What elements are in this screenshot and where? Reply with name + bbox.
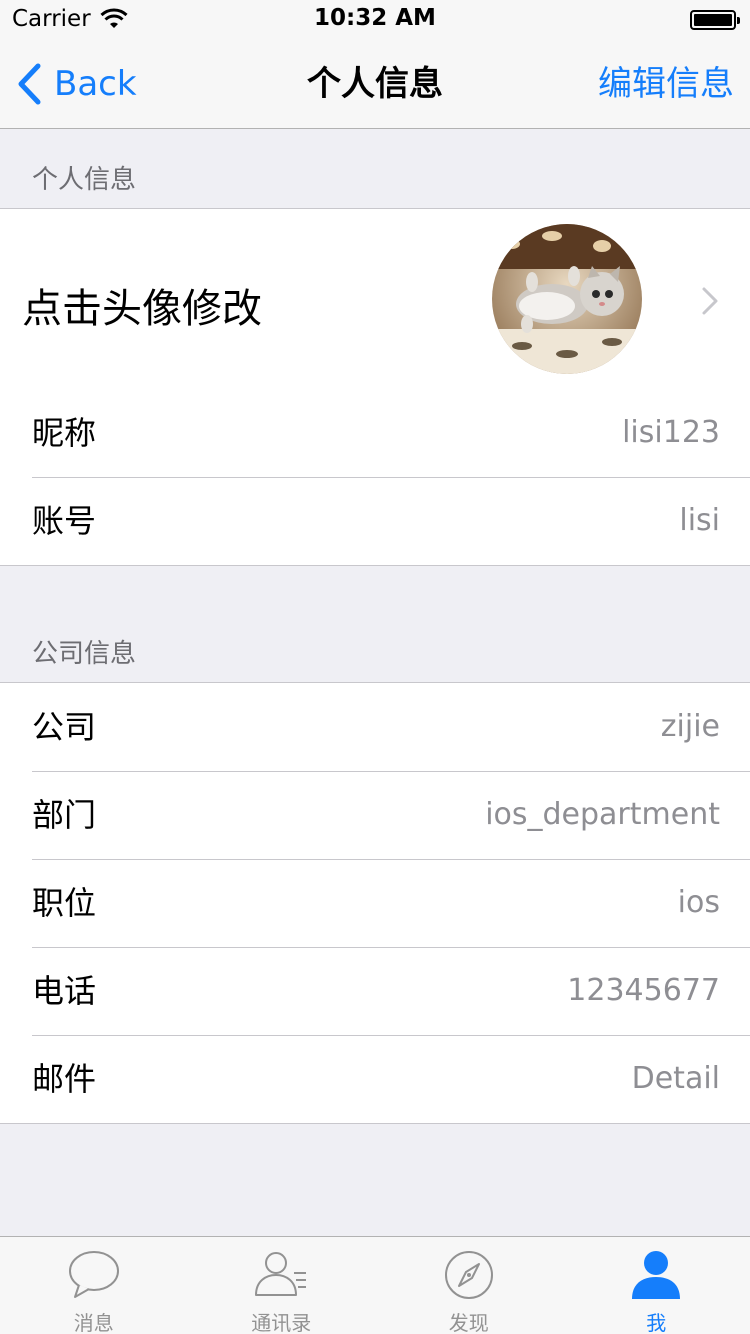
status-bar: Carrier 10:32 AM [0, 0, 750, 40]
nickname-value: lisi123 [622, 415, 720, 450]
account-label: 账号 [32, 502, 97, 540]
tab-me[interactable]: 我 [563, 1237, 750, 1334]
company-info-group: 公司 zijie 部门 ios_department 职位 ios 电话 123… [0, 682, 750, 1124]
battery-icon [690, 10, 740, 30]
email-value: Detail [631, 1061, 720, 1096]
section-header-label: 个人信息 [32, 165, 137, 195]
phone-value: 12345677 [567, 973, 720, 1008]
kitten-photo [492, 224, 642, 374]
department-value: ios_department [485, 797, 720, 832]
position-label: 职位 [32, 884, 97, 922]
company-label: 公司 [32, 708, 97, 746]
account-value: lisi [679, 503, 720, 538]
tab-label: 通讯录 [251, 1311, 312, 1334]
email-row[interactable]: 邮件 Detail [0, 1035, 750, 1123]
section-header-label: 公司信息 [32, 639, 137, 669]
chevron-left-icon [18, 63, 41, 105]
tab-label: 我 [646, 1311, 667, 1334]
nickname-label: 昵称 [32, 414, 97, 452]
avatar-row-label: 点击头像修改 [22, 286, 262, 332]
tab-label: 发现 [448, 1311, 489, 1334]
navigation-bar: Back 个人信息 编辑信息 [0, 40, 750, 128]
person-icon [632, 1251, 681, 1299]
contacts-icon [255, 1252, 307, 1296]
screen: Carrier 10:32 AM Back 个人信息 编辑信息 个人信息 点击头… [0, 0, 750, 1334]
department-row[interactable]: 部门 ios_department [0, 771, 750, 859]
top-bar: Carrier 10:32 AM Back 个人信息 编辑信息 [0, 0, 750, 129]
tab-bar: 消息 通讯录 发现 我 [0, 1236, 750, 1334]
section-header-company: 公司信息 [0, 603, 750, 683]
chevron-right-icon [702, 287, 718, 315]
back-label: Back [54, 64, 137, 104]
section-header-personal: 个人信息 [0, 129, 750, 209]
avatar-row[interactable]: 点击头像修改 [0, 209, 750, 389]
position-row[interactable]: 职位 ios [0, 859, 750, 947]
back-button[interactable]: Back [16, 40, 137, 128]
phone-row[interactable]: 电话 12345677 [0, 947, 750, 1035]
edit-info-button[interactable]: 编辑信息 [598, 40, 734, 128]
personal-info-group: 点击头像修改 昵称 lisi123 账号 lisi [0, 208, 750, 566]
phone-label: 电话 [32, 972, 97, 1010]
nickname-row[interactable]: 昵称 lisi123 [0, 389, 750, 477]
department-label: 部门 [32, 796, 97, 834]
email-label: 邮件 [32, 1060, 97, 1098]
tab-discover[interactable]: 发现 [375, 1237, 563, 1334]
tab-messages[interactable]: 消息 [0, 1237, 188, 1334]
avatar[interactable] [492, 224, 642, 374]
tab-label: 消息 [73, 1311, 114, 1334]
tab-contacts[interactable]: 通讯录 [188, 1237, 376, 1334]
chat-bubble-icon [68, 1251, 119, 1298]
company-row[interactable]: 公司 zijie [0, 683, 750, 771]
compass-icon [444, 1251, 493, 1299]
position-value: ios [677, 885, 720, 920]
account-row[interactable]: 账号 lisi [0, 477, 750, 565]
status-time: 10:32 AM [314, 5, 436, 31]
company-value: zijie [660, 709, 720, 744]
